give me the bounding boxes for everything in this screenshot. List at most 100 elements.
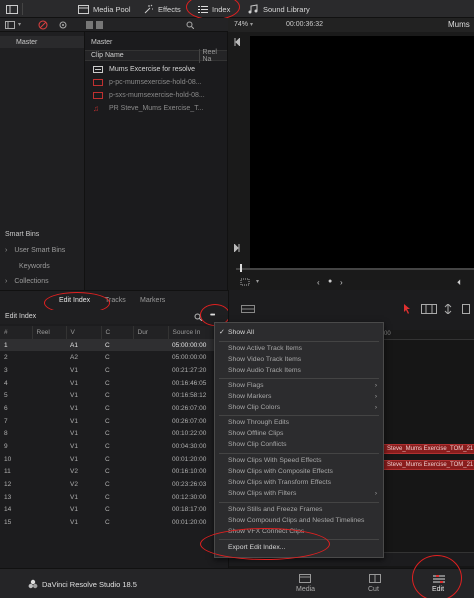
crop-icon[interactable] [240, 278, 250, 286]
menu-show-clip-colors[interactable]: Show Clip Colors [228, 404, 280, 411]
previous-icon[interactable] [234, 38, 240, 46]
settings-icon[interactable] [58, 20, 68, 30]
col-reel-name[interactable]: Reel Na [198, 48, 228, 63]
cell-v: V1 [70, 430, 78, 438]
cell-v: V2 [70, 468, 78, 476]
submenu-arrow-icon: › [374, 404, 377, 411]
clip-row[interactable]: Mums Excercise for resolve [85, 63, 227, 75]
menu-show-filters[interactable]: Show Clips with Filters [228, 490, 296, 497]
table-row[interactable]: 5 V1 C 00:16:58:12 [0, 389, 228, 402]
pointer-icon[interactable] [403, 304, 411, 314]
collections-item[interactable]: › Collections [0, 275, 84, 287]
media-page-icon [299, 574, 311, 583]
zoom-level[interactable]: 74% [234, 21, 248, 28]
menu-show-video-track-items[interactable]: Show Video Track Items [228, 356, 301, 363]
cell-number: 4 [4, 379, 8, 387]
menu-show-speed-effects[interactable]: Show Clips With Speed Effects [228, 457, 322, 464]
blade-icon[interactable] [462, 304, 470, 314]
scrubber-track[interactable] [236, 268, 474, 270]
chevron-down-icon[interactable]: ▾ [18, 21, 21, 28]
menu-show-audio-track-items[interactable]: Show Audio Track Items [228, 367, 301, 374]
cell-dur [133, 338, 168, 352]
menu-show-all[interactable]: Show All [228, 329, 254, 336]
master-bin[interactable]: Master [0, 36, 84, 48]
menu-show-offline-clips[interactable]: Show Offline Clips [228, 430, 283, 437]
thumbnail-view-icon[interactable] [86, 21, 106, 29]
cell-v: V1 [70, 443, 78, 451]
timeline-title: Mums [448, 20, 470, 29]
table-row[interactable]: 12 V2 C 00:23:26:03 [0, 478, 228, 491]
audio-clip-icon: ♫ [93, 103, 99, 113]
tab-markers[interactable]: Markers [140, 297, 165, 304]
menu-divider [219, 415, 379, 416]
user-smart-bins-item[interactable]: › User Smart Bins [0, 244, 84, 256]
col-clip-name[interactable]: Clip Name [85, 52, 199, 59]
media-pool-button[interactable]: Media Pool [78, 0, 131, 18]
table-row[interactable]: 10 V1 C 00:01:20:00 [0, 453, 228, 466]
next-frame-icon[interactable]: › [340, 278, 343, 287]
clip-row[interactable]: p-sxs-mumsexercise-hold-08... [85, 89, 227, 101]
table-row[interactable]: 4 V1 C 00:16:46:05 [0, 377, 228, 390]
table-row[interactable]: 15 V1 C 00:01:20:00 [0, 516, 228, 529]
search-icon[interactable] [186, 21, 194, 29]
menu-show-composite-effects[interactable]: Show Clips with Composite Effects [228, 468, 333, 475]
sound-library-button[interactable]: Sound Library [248, 0, 310, 18]
play-reverse-icon[interactable]: ⏴ [457, 278, 461, 288]
smart-bins-header: Smart Bins [0, 228, 84, 240]
table-row[interactable]: 2 A2 C 05:00:00:00 [0, 351, 228, 364]
menu-show-transform-effects[interactable]: Show Clips with Transform Effects [228, 479, 331, 486]
menu-show-through-edits[interactable]: Show Through Edits [228, 419, 289, 426]
no-entry-icon[interactable] [38, 20, 48, 30]
cell-reel [32, 491, 66, 504]
stop-icon[interactable]: ● [328, 278, 332, 285]
col-v[interactable]: V [66, 326, 102, 339]
list-header: Clip Name Reel Na [85, 48, 228, 63]
clip-row[interactable]: ♫ PR Steve_Mums Exercise_T... [85, 102, 227, 114]
prev-frame-icon[interactable]: ‹ [317, 278, 320, 287]
cell-reel [32, 440, 66, 453]
menu-show-markers[interactable]: Show Markers [228, 393, 271, 400]
keywords-item[interactable]: Keywords [0, 260, 84, 272]
submenu-arrow-icon: › [374, 393, 377, 400]
menu-show-compound-clips[interactable]: Show Compound Clips and Nested Timelines [228, 517, 364, 524]
clip-name: PR Steve_Mums Exercise_T... [109, 104, 204, 112]
menu-show-stills[interactable]: Show Stills and Freeze Frames [228, 506, 322, 513]
panel-toggle-icon[interactable] [6, 0, 18, 18]
sound-library-icon [248, 4, 258, 14]
col-dur[interactable]: Dur [133, 326, 169, 339]
table-row[interactable]: 14 V1 C 00:18:17:00 [0, 504, 228, 517]
table-row[interactable]: 7 V1 C 00:26:07:00 [0, 415, 228, 428]
menu-show-clip-conflicts[interactable]: Show Clip Conflicts [228, 441, 287, 448]
chevron-down-icon[interactable]: ▾ [256, 278, 259, 285]
audio-clip-a1[interactable]: Steve_Mums Exercise_TOM_21 [383, 444, 474, 454]
col-reel[interactable]: Reel [32, 326, 67, 339]
table-row[interactable]: 8 V1 C 00:10:22:00 [0, 428, 228, 441]
menu-show-flags[interactable]: Show Flags [228, 382, 264, 389]
timeline-view-icon[interactable] [241, 305, 255, 313]
col-c[interactable]: C [101, 326, 134, 339]
table-row[interactable]: 9 V1 C 00:04:30:00 [0, 440, 228, 453]
next-icon[interactable] [234, 244, 240, 252]
cut-page-button[interactable]: Cut [360, 572, 390, 598]
audio-clip-a2[interactable]: Steve_Mums Exercise_TOM_21 [383, 460, 474, 470]
table-row[interactable]: 1 A1 C 05:00:00:00 [0, 338, 228, 352]
cell-number: 15 [4, 519, 12, 527]
cell-v: V2 [70, 481, 78, 489]
cell-reel [32, 364, 66, 377]
checkmark-icon: ✓ [219, 329, 225, 336]
table-row[interactable]: 11 V2 C 00:16:10:00 [0, 466, 228, 479]
list-view-icon[interactable] [5, 21, 15, 29]
table-row[interactable]: 3 V1 C 00:21:27:20 [0, 364, 228, 377]
effects-button[interactable]: Effects [144, 0, 181, 18]
table-row[interactable]: 13 V1 C 00:12:30:00 [0, 491, 228, 504]
table-row[interactable]: 6 V1 C 00:26:07:00 [0, 402, 228, 415]
clip-row[interactable]: p-pc-mumsexercise-hold-08... [85, 76, 227, 88]
keywords-label: Keywords [19, 262, 50, 270]
menu-show-active-track-items[interactable]: Show Active Track Items [228, 345, 302, 352]
col-number[interactable]: # [0, 326, 33, 339]
scrubber-handle[interactable] [240, 264, 242, 272]
media-page-button[interactable]: Media [288, 572, 322, 598]
chevron-down-icon[interactable]: ▾ [250, 21, 253, 28]
dynamic-trim-icon[interactable] [443, 304, 453, 314]
trim-icon[interactable] [421, 304, 437, 314]
